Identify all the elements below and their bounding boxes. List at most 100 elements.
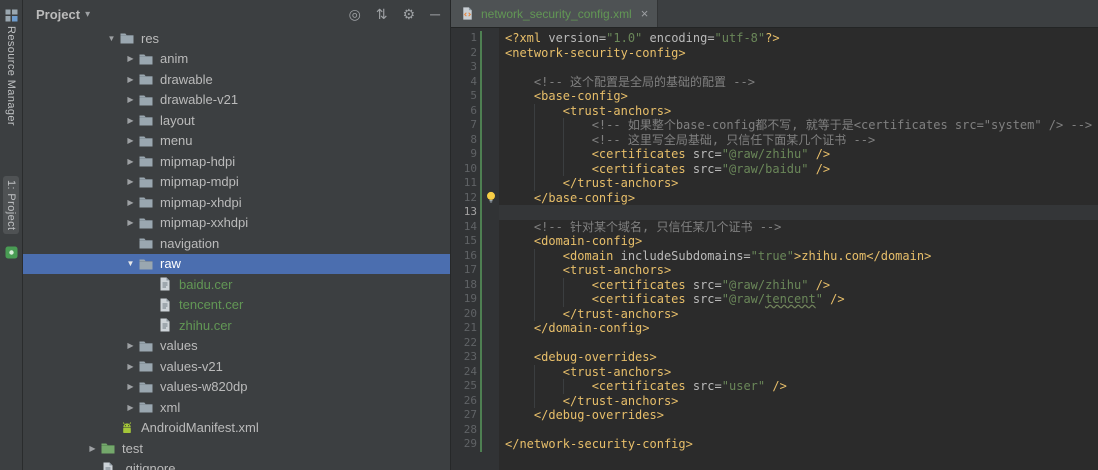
tree-item-zhihu-cer[interactable]: zhihu.cer bbox=[23, 315, 450, 336]
settings-gear-icon[interactable]: ⚙ bbox=[403, 7, 416, 21]
ide-window: Resource Manager 1: Project Project ▾ ◎ ⇅… bbox=[0, 0, 1098, 470]
collapse-all-icon[interactable]: ⇅ bbox=[376, 7, 388, 21]
code-line-4[interactable]: <!-- 这个配置是全局的基础的配置 --> bbox=[499, 75, 1098, 90]
tree-collapsed-arrow-icon[interactable]: ▶ bbox=[123, 382, 138, 391]
hide-panel-icon[interactable]: ─ bbox=[430, 7, 440, 21]
stripe-button-resource-manager[interactable]: Resource Manager bbox=[3, 5, 20, 130]
tree-item-values-v21[interactable]: ▶values-v21 bbox=[23, 356, 450, 377]
tree-item-menu[interactable]: ▶menu bbox=[23, 131, 450, 152]
code-line-9[interactable]: <certificates src="@raw/zhihu" /> bbox=[499, 147, 1098, 162]
tree-item-androidmanifest-xml[interactable]: AndroidManifest.xml bbox=[23, 418, 450, 439]
tree-item-drawable-v21[interactable]: ▶drawable-v21 bbox=[23, 90, 450, 111]
code-line-18[interactable]: <certificates src="@raw/zhihu" /> bbox=[499, 278, 1098, 293]
code-line-20[interactable]: </trust-anchors> bbox=[499, 307, 1098, 322]
tree-collapsed-arrow-icon[interactable]: ▶ bbox=[123, 177, 138, 186]
code-area[interactable]: <?xml version="1.0" encoding="utf-8"?><n… bbox=[499, 28, 1098, 470]
indent-guide bbox=[563, 379, 564, 394]
code-token: </debug-overrides> bbox=[534, 408, 664, 422]
tree-item-xml[interactable]: ▶xml bbox=[23, 397, 450, 418]
tree-item-drawable[interactable]: ▶drawable bbox=[23, 69, 450, 90]
code-line-26[interactable]: </trust-anchors> bbox=[499, 394, 1098, 409]
code-line-10[interactable]: <certificates src="@raw/baidu" /> bbox=[499, 162, 1098, 177]
code-line-6[interactable]: <trust-anchors> bbox=[499, 104, 1098, 119]
tree-item-values[interactable]: ▶values bbox=[23, 336, 450, 357]
code-token: <base-config> bbox=[534, 89, 628, 103]
line-number: 11 bbox=[451, 176, 477, 191]
stripe-button-project[interactable]: 1: Project bbox=[3, 176, 19, 234]
code-token: <!-- 这里写全局基础, 只信任下面某几个证书 --> bbox=[592, 133, 875, 147]
gutter-icon-zone bbox=[482, 118, 499, 133]
tree-item-mipmap-mdpi[interactable]: ▶mipmap-mdpi bbox=[23, 172, 450, 193]
tree-item-values-w820dp[interactable]: ▶values-w820dp bbox=[23, 377, 450, 398]
code-token: " bbox=[816, 292, 823, 306]
code-line-11[interactable]: </trust-anchors> bbox=[499, 176, 1098, 191]
code-token: "true" bbox=[751, 249, 794, 263]
tree-collapsed-arrow-icon[interactable]: ▶ bbox=[123, 341, 138, 350]
tree-collapsed-arrow-icon[interactable]: ▶ bbox=[123, 403, 138, 412]
code-line-17[interactable]: <trust-anchors> bbox=[499, 263, 1098, 278]
tab-close-icon[interactable]: × bbox=[641, 6, 649, 21]
locate-file-icon[interactable]: ◎ bbox=[349, 7, 361, 21]
code-line-14[interactable]: <!-- 针对某个域名, 只信任某几个证书 --> bbox=[499, 220, 1098, 235]
tree-collapsed-arrow-icon[interactable]: ▶ bbox=[123, 95, 138, 104]
tree-item-baidu-cer[interactable]: baidu.cer bbox=[23, 274, 450, 295]
code-line-12[interactable]: </base-config> bbox=[499, 191, 1098, 206]
code-line-5[interactable]: <base-config> bbox=[499, 89, 1098, 104]
tree-collapsed-arrow-icon[interactable]: ▶ bbox=[123, 157, 138, 166]
code-line-1[interactable]: <?xml version="1.0" encoding="utf-8"?> bbox=[499, 31, 1098, 46]
chevron-down-icon[interactable]: ▾ bbox=[85, 9, 90, 20]
code-line-3[interactable] bbox=[499, 60, 1098, 75]
tree-collapsed-arrow-icon[interactable]: ▶ bbox=[123, 362, 138, 371]
tree-collapsed-arrow-icon[interactable]: ▶ bbox=[85, 444, 100, 453]
code-line-21[interactable]: </domain-config> bbox=[499, 321, 1098, 336]
code-token: src= bbox=[693, 379, 722, 393]
code-token bbox=[505, 147, 592, 161]
tree-item-navigation[interactable]: navigation bbox=[23, 233, 450, 254]
code-line-25[interactable]: <certificates src="user" /> bbox=[499, 379, 1098, 394]
code-line-7[interactable]: <!-- 如果整个base-config都不写, 就等于是<certificat… bbox=[499, 118, 1098, 133]
tree-collapsed-arrow-icon[interactable]: ▶ bbox=[123, 75, 138, 84]
tree-item-tencent-cer[interactable]: tencent.cer bbox=[23, 295, 450, 316]
tree-collapsed-arrow-icon[interactable]: ▶ bbox=[123, 218, 138, 227]
tree-expanded-arrow-icon[interactable]: ▼ bbox=[123, 259, 138, 268]
code-line-23[interactable]: <debug-overrides> bbox=[499, 350, 1098, 365]
tree-item-res[interactable]: ▼res bbox=[23, 28, 450, 49]
tree-item-mipmap-xhdpi[interactable]: ▶mipmap-xhdpi bbox=[23, 192, 450, 213]
code-line-2[interactable]: <network-security-config> bbox=[499, 46, 1098, 61]
tree-item-label: navigation bbox=[160, 236, 219, 251]
tree-collapsed-arrow-icon[interactable]: ▶ bbox=[123, 116, 138, 125]
line-number: 29 bbox=[451, 437, 477, 452]
green-tool-window-icon[interactable] bbox=[5, 246, 18, 259]
editor-tab-network-security-config[interactable]: network_security_config.xml × bbox=[451, 0, 658, 27]
gutter-line-18: 18 bbox=[451, 278, 499, 293]
code-line-15[interactable]: <domain-config> bbox=[499, 234, 1098, 249]
code-token: src= bbox=[693, 292, 722, 306]
tree-item-mipmap-xxhdpi[interactable]: ▶mipmap-xxhdpi bbox=[23, 213, 450, 234]
code-line-13[interactable] bbox=[499, 205, 1098, 220]
tree-item-layout[interactable]: ▶layout bbox=[23, 110, 450, 131]
tree-item-mipmap-hdpi[interactable]: ▶mipmap-hdpi bbox=[23, 151, 450, 172]
tree-item-gitignore[interactable]: .gitignore bbox=[23, 459, 450, 470]
code-line-28[interactable] bbox=[499, 423, 1098, 438]
code-line-16[interactable]: <domain includeSubdomains="true">zhihu.c… bbox=[499, 249, 1098, 264]
code-line-19[interactable]: <certificates src="@raw/tencent" /> bbox=[499, 292, 1098, 307]
line-number: 22 bbox=[451, 336, 477, 351]
tree-collapsed-arrow-icon[interactable]: ▶ bbox=[123, 198, 138, 207]
tree-item-raw[interactable]: ▼raw bbox=[23, 254, 450, 275]
code-line-27[interactable]: </debug-overrides> bbox=[499, 408, 1098, 423]
intention-bulb-icon[interactable] bbox=[482, 191, 499, 206]
line-number: 2 bbox=[451, 46, 477, 61]
code-line-22[interactable] bbox=[499, 336, 1098, 351]
tree-expanded-arrow-icon[interactable]: ▼ bbox=[104, 34, 119, 43]
code-line-8[interactable]: <!-- 这里写全局基础, 只信任下面某几个证书 --> bbox=[499, 133, 1098, 148]
code-line-29[interactable]: </network-security-config> bbox=[499, 437, 1098, 452]
tree-item-anim[interactable]: ▶ anim bbox=[23, 49, 450, 70]
tree-item-test[interactable]: ▶test bbox=[23, 438, 450, 459]
tree-collapsed-arrow-icon[interactable]: ▶ bbox=[123, 54, 138, 63]
tree-collapsed-arrow-icon[interactable]: ▶ bbox=[123, 136, 138, 145]
code-line-24[interactable]: <trust-anchors> bbox=[499, 365, 1098, 380]
project-view-selector[interactable]: Project bbox=[36, 7, 80, 22]
gutter-icon-zone bbox=[482, 278, 499, 293]
tree-item-label: anim bbox=[160, 51, 188, 66]
file-icon bbox=[100, 461, 116, 470]
